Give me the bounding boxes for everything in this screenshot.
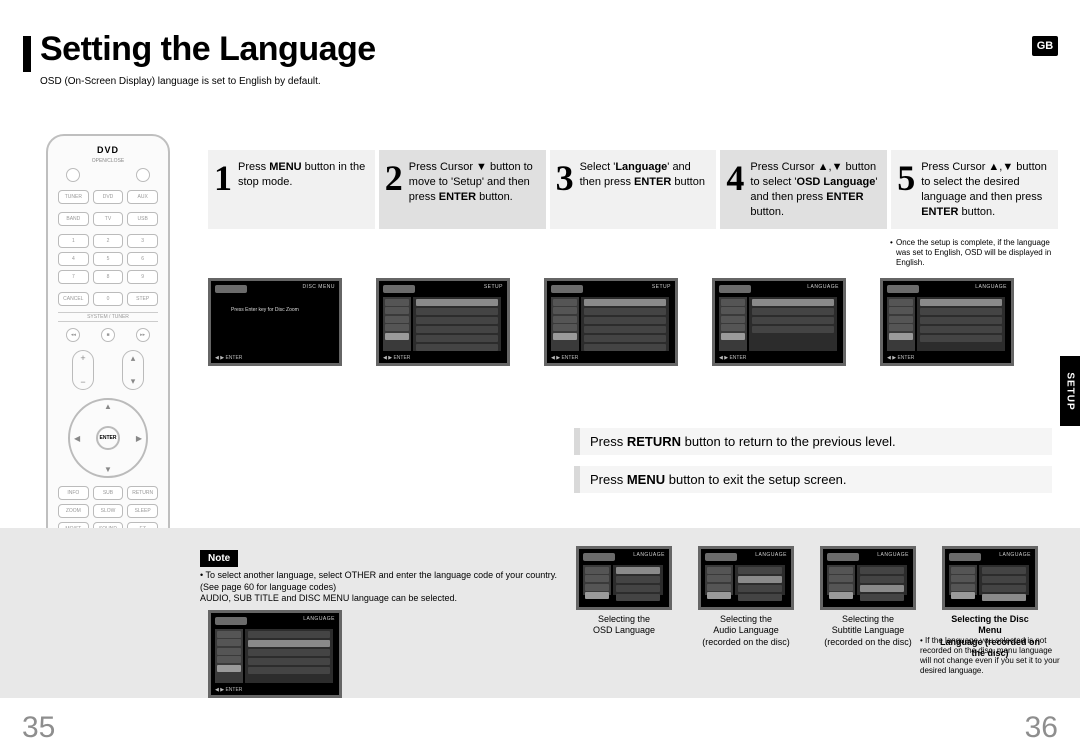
disc-language-note: • If the language you selected is not re…	[920, 636, 1060, 676]
cursor-right-icon: ▶	[136, 434, 142, 443]
num-9: 9	[127, 270, 158, 284]
cancel-button: CANCEL	[58, 292, 89, 306]
nav-pad: ▲ ▼ ◀ ▶ ENTER	[68, 398, 148, 478]
note-body: • To select another language, select OTH…	[200, 570, 560, 605]
section-tab-setup: SETUP	[1060, 356, 1080, 426]
caption-audio: Selecting the Audio Language (recorded o…	[702, 614, 790, 648]
step-text: Press MENU button in the stop mode.	[238, 160, 367, 190]
num-2: 2	[93, 234, 124, 248]
num-5: 5	[93, 252, 124, 266]
screenshot-note: LANGUAGE ◀ ▶ ENTER	[208, 610, 342, 698]
step-3: 3 Select 'Language' and then press ENTER…	[550, 150, 717, 229]
eject-button	[136, 168, 150, 182]
enter-button: ENTER	[96, 426, 120, 450]
volume-rocker: +−	[72, 350, 94, 390]
band-button: BAND	[58, 212, 89, 226]
num-3: 3	[127, 234, 158, 248]
step-number: 3	[556, 160, 574, 196]
tuner-button: TUNER	[58, 190, 89, 204]
sub-button: SUB	[93, 486, 124, 500]
step-2: 2 Press Cursor ▼ button to move to 'Setu…	[379, 150, 546, 229]
screenshot-step-5: LANGUAGE ◀ ▶ ENTER	[880, 278, 1014, 366]
power-button	[66, 168, 80, 182]
step-number: 1	[214, 160, 232, 196]
note-label: Note	[200, 550, 238, 567]
page-title: Setting the Language	[40, 30, 376, 69]
screenshot-step-1: DISC MENU Press Enter key for Disc Zoom …	[208, 278, 342, 366]
step-5: 5 Press Cursor ▲,▼ button to select the …	[891, 150, 1058, 229]
num-4: 4	[58, 252, 89, 266]
num-8: 8	[93, 270, 124, 284]
sleep-button: SLEEP	[127, 504, 158, 518]
screenshot-audio-lang: LANGUAGE	[698, 546, 794, 610]
next-button: ▸▸	[136, 328, 150, 342]
step-4: 4 Press Cursor ▲,▼ button to select 'OSD…	[720, 150, 887, 229]
top-screenshots: DISC MENU Press Enter key for Disc Zoom …	[208, 278, 1014, 366]
dvd-button: DVD	[93, 190, 124, 204]
step-text: Select 'Language' and then press ENTER b…	[580, 160, 709, 190]
step-number: 5	[897, 160, 915, 196]
return-button: RETURN	[127, 486, 158, 500]
num-0: 0	[93, 292, 124, 306]
num-6: 6	[127, 252, 158, 266]
dvd-logo: DVD	[80, 144, 136, 156]
info-button: INFO	[58, 486, 89, 500]
num-1: 1	[58, 234, 89, 248]
hint-menu: Press MENU button to exit the setup scre…	[574, 466, 1052, 493]
aux-button: AUX	[127, 190, 158, 204]
page-number-left: 35	[22, 711, 55, 745]
screenshot-osd-lang: LANGUAGE	[576, 546, 672, 610]
cursor-down-icon: ▼	[104, 465, 112, 474]
zoom-button: ZOOM	[58, 504, 89, 518]
prev-button: ◂◂	[66, 328, 80, 342]
screenshot-step-2: SETUP ◀ ▶ ENTER	[376, 278, 510, 366]
screenshot-step-3: SETUP ◀ ▶ ENTER	[544, 278, 678, 366]
num-7: 7	[58, 270, 89, 284]
caption-subtitle: Selecting the Subtitle Language (recorde…	[824, 614, 912, 648]
step-text: Press Cursor ▼ button to move to 'Setup'…	[409, 160, 538, 205]
step-text: Press Cursor ▲,▼ button to select 'OSD L…	[750, 160, 879, 219]
cursor-up-icon: ▲	[104, 402, 112, 411]
step-text: Press Cursor ▲,▼ button to select the de…	[921, 160, 1050, 219]
hint-return: Press RETURN button to return to the pre…	[574, 428, 1052, 455]
once-note: Once the setup is complete, if the langu…	[896, 238, 1056, 268]
screenshot-step-4: LANGUAGE ◀ ▶ ENTER	[712, 278, 846, 366]
step-1: 1 Press MENU button in the stop mode.	[208, 150, 375, 229]
system-label: SYSTEM / TUNER	[58, 312, 158, 322]
tv-button: TV	[93, 212, 124, 226]
step-number: 2	[385, 160, 403, 196]
manual-page: { "header": { "title": "Setting the Lang…	[0, 0, 1080, 753]
step-number: 4	[726, 160, 744, 196]
page-subtitle: OSD (On-Screen Display) language is set …	[40, 76, 321, 87]
caption-osd: Selecting the OSD Language	[593, 614, 655, 637]
screenshot-discmenu-lang: LANGUAGE	[942, 546, 1038, 610]
screenshot-text: Press Enter key for Disc Zoom	[231, 307, 329, 314]
title-accent	[23, 36, 31, 72]
step-row: 1 Press MENU button in the stop mode. 2 …	[208, 150, 1058, 229]
cursor-left-icon: ◀	[74, 434, 80, 443]
page-number-right: 36	[1025, 711, 1058, 745]
usb-button: USB	[127, 212, 158, 226]
slow-button: SLOW	[93, 504, 124, 518]
screenshot-subtitle-lang: LANGUAGE	[820, 546, 916, 610]
step-button: STEP	[127, 292, 158, 306]
tuning-rocker: ▴▾	[122, 350, 144, 390]
region-badge: GB	[1032, 36, 1058, 56]
stop-button: ■	[101, 328, 115, 342]
